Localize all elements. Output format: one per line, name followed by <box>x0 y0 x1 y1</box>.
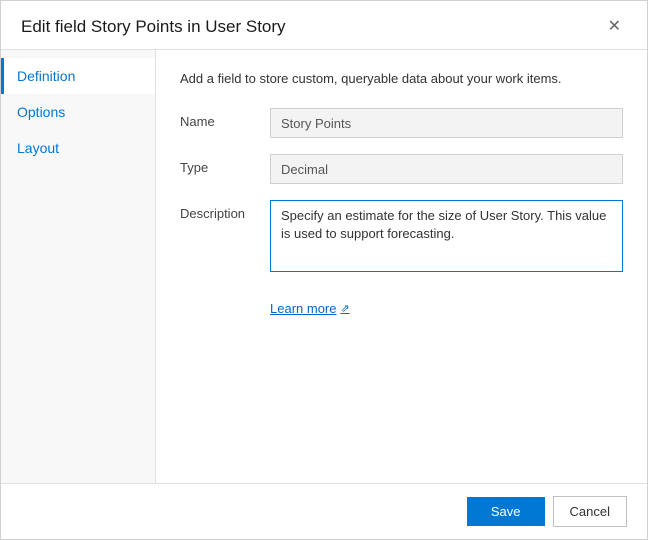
description-textarea[interactable] <box>270 200 623 272</box>
description-row: Description <box>180 200 623 272</box>
learn-more-row: Learn more ⇗ <box>180 300 623 318</box>
description-label: Description <box>180 200 270 221</box>
sidebar-item-options-label: Options <box>17 104 65 120</box>
sidebar-item-definition[interactable]: Definition <box>1 58 155 94</box>
intro-description: Add a field to store custom, queryable d… <box>180 70 623 88</box>
type-row: Type <box>180 154 623 184</box>
sidebar-item-layout[interactable]: Layout <box>1 130 155 166</box>
save-button[interactable]: Save <box>467 497 545 526</box>
cancel-button[interactable]: Cancel <box>553 496 627 527</box>
dialog-title: Edit field Story Points in User Story <box>21 17 286 37</box>
sidebar: Definition Options Layout <box>1 50 156 483</box>
sidebar-item-options[interactable]: Options <box>1 94 155 130</box>
type-label: Type <box>180 154 270 175</box>
dialog-footer: Save Cancel <box>1 483 647 539</box>
close-button[interactable]: ✕ <box>602 17 627 37</box>
edit-field-dialog: Edit field Story Points in User Story ✕ … <box>0 0 648 540</box>
name-label: Name <box>180 108 270 129</box>
external-link-icon: ⇗ <box>340 302 349 315</box>
learn-more-link[interactable]: Learn more ⇗ <box>270 301 350 316</box>
sidebar-item-layout-label: Layout <box>17 140 59 156</box>
main-content: Add a field to store custom, queryable d… <box>156 50 647 483</box>
learn-more-text: Learn more <box>270 301 336 316</box>
dialog-header: Edit field Story Points in User Story ✕ <box>1 1 647 50</box>
dialog-body: Definition Options Layout Add a field to… <box>1 50 647 483</box>
name-row: Name <box>180 108 623 138</box>
name-input[interactable] <box>270 108 623 138</box>
sidebar-item-definition-label: Definition <box>17 68 75 84</box>
type-input[interactable] <box>270 154 623 184</box>
